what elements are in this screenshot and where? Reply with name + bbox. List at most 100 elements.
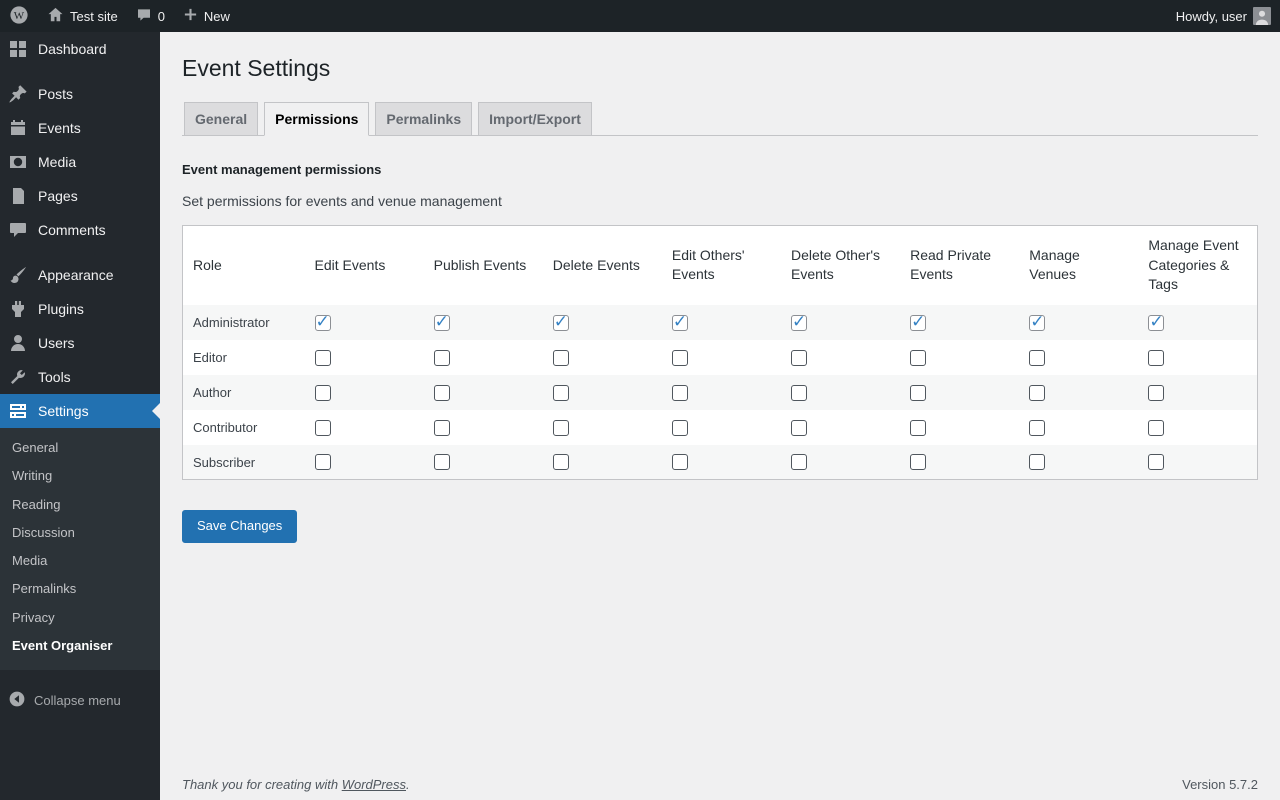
home-icon	[47, 6, 64, 26]
footer-version: Version 5.7.2	[1182, 777, 1258, 792]
permission-checkbox-author-manage-venues[interactable]	[1029, 384, 1046, 401]
permission-checkbox-contributor-delete-other-s-events[interactable]	[791, 419, 807, 436]
permission-cell	[543, 410, 662, 445]
tab-permissions[interactable]: Permissions	[264, 101, 370, 137]
permission-checkbox-contributor-delete-events[interactable]	[552, 419, 569, 436]
permission-cell	[543, 375, 662, 410]
table-row-contributor: Contributor	[183, 410, 1258, 445]
permission-checkbox-editor-delete-events[interactable]	[552, 349, 569, 366]
permission-checkbox-administrator-manage-event-categories-tags[interactable]	[1148, 312, 1165, 332]
table-body: Administrator Editor Author Contributor Subs…	[182, 304, 1258, 480]
tab-general[interactable]: General	[184, 101, 259, 137]
tab-import-export[interactable]: Import/Export	[478, 101, 592, 137]
sidebar-item-plugins[interactable]: Plugins	[0, 292, 160, 326]
permission-checkbox-administrator-manage-venues[interactable]	[1029, 312, 1046, 332]
permission-checkbox-editor-manage-event-categories-tags[interactable]	[1148, 349, 1165, 366]
permission-cell	[1138, 445, 1257, 480]
permission-checkbox-subscriber-edit-events[interactable]	[314, 454, 331, 471]
sidebar-item-events[interactable]: Events	[0, 111, 160, 145]
permission-cell	[662, 340, 781, 375]
permission-checkbox-subscriber-edit-others-events[interactable]	[671, 454, 688, 471]
submenu-item-reading[interactable]: Reading	[0, 491, 160, 519]
permission-checkbox-subscriber-delete-other-s-events[interactable]	[791, 454, 807, 471]
sidebar-item-settings[interactable]: Settings	[0, 394, 160, 428]
permission-checkbox-subscriber-delete-events[interactable]	[552, 454, 569, 471]
permission-checkbox-editor-publish-events[interactable]	[433, 349, 450, 366]
permission-checkbox-administrator-read-private-events[interactable]	[910, 312, 927, 332]
tab-permalinks[interactable]: Permalinks	[375, 101, 473, 137]
new-menu[interactable]: New	[174, 0, 239, 32]
permission-checkbox-administrator-delete-other-s-events[interactable]	[791, 312, 807, 332]
permission-checkbox-administrator-delete-events[interactable]	[552, 312, 569, 332]
permission-checkbox-contributor-edit-events[interactable]	[314, 419, 331, 436]
table-row-editor: Editor	[183, 340, 1258, 375]
permission-checkbox-administrator-edit-events[interactable]	[314, 312, 331, 332]
active-menu-arrow	[152, 403, 160, 419]
permission-cell	[781, 375, 900, 410]
permission-checkbox-editor-manage-venues[interactable]	[1029, 349, 1046, 366]
permission-checkbox-contributor-manage-event-categories-tags[interactable]	[1148, 419, 1165, 436]
sidebar-item-comments[interactable]: Comments	[0, 213, 160, 247]
permission-checkbox-author-manage-event-categories-tags[interactable]	[1148, 384, 1165, 401]
permission-checkbox-author-edit-events[interactable]	[314, 384, 331, 401]
permission-checkbox-editor-edit-others-events[interactable]	[671, 349, 688, 366]
permission-checkbox-subscriber-manage-venues[interactable]	[1029, 454, 1046, 471]
permission-cell	[1138, 340, 1257, 375]
column-header-edit-others-events: Edit Others' Events	[671, 246, 745, 283]
permission-checkbox-contributor-publish-events[interactable]	[433, 419, 450, 436]
sidebar-item-label: Events	[38, 120, 81, 136]
howdy-text: Howdy, user	[1175, 8, 1247, 24]
permission-cell	[662, 375, 781, 410]
permission-checkbox-author-delete-events[interactable]	[552, 384, 569, 401]
permission-checkbox-author-publish-events[interactable]	[433, 384, 450, 401]
permission-checkbox-subscriber-read-private-events[interactable]	[910, 454, 927, 471]
plus-icon	[183, 7, 198, 25]
sidebar-item-pages[interactable]: Pages	[0, 179, 160, 213]
permissions-table: Role Edit Events Publish Events Delete Even…	[182, 225, 1258, 481]
sidebar-item-label: Dashboard	[38, 41, 107, 57]
permission-checkbox-editor-read-private-events[interactable]	[910, 349, 927, 366]
permission-checkbox-contributor-manage-venues[interactable]	[1029, 419, 1046, 436]
admin-bar-left: W Test site 0 New	[0, 0, 239, 32]
permission-checkbox-author-read-private-events[interactable]	[910, 384, 927, 401]
section-description: Set permissions for events and venue man…	[182, 193, 502, 210]
wordpress-link[interactable]: WordPress	[342, 777, 406, 792]
submenu-item-privacy[interactable]: Privacy	[0, 604, 160, 632]
sidebar-item-label: Pages	[38, 188, 78, 204]
permission-checkbox-subscriber-manage-event-categories-tags[interactable]	[1148, 454, 1165, 471]
sidebar-item-tools[interactable]: Tools	[0, 360, 160, 394]
permission-cell	[305, 375, 424, 410]
permission-checkbox-author-delete-other-s-events[interactable]	[791, 384, 807, 401]
submenu-item-general[interactable]: General	[0, 434, 160, 462]
permission-checkbox-contributor-edit-others-events[interactable]	[671, 419, 688, 436]
footer-thanks-period: .	[406, 777, 410, 792]
comments-menu[interactable]: 0	[127, 0, 174, 32]
sidebar-item-media[interactable]: Media	[0, 145, 160, 179]
menu-separator	[0, 69, 160, 74]
submenu-item-event-organiser[interactable]: Event Organiser	[0, 632, 160, 660]
submenu-item-writing[interactable]: Writing	[0, 462, 160, 490]
submenu-item-media[interactable]: Media	[0, 547, 160, 575]
permission-checkbox-administrator-edit-others-events[interactable]	[671, 312, 688, 332]
sidebar-item-dashboard[interactable]: Dashboard	[0, 32, 160, 66]
sidebar-item-label: Settings	[38, 403, 89, 419]
submenu-item-discussion[interactable]: Discussion	[0, 519, 160, 547]
permission-checkbox-contributor-read-private-events[interactable]	[910, 419, 927, 436]
permission-checkbox-editor-delete-other-s-events[interactable]	[791, 349, 807, 366]
permission-cell	[424, 375, 543, 410]
permission-checkbox-editor-edit-events[interactable]	[314, 349, 331, 366]
sidebar-item-posts[interactable]: Posts	[0, 77, 160, 111]
sidebar-item-users[interactable]: Users	[0, 326, 160, 360]
site-menu[interactable]: Test site	[38, 0, 127, 32]
permission-checkbox-subscriber-publish-events[interactable]	[433, 454, 450, 471]
permission-checkbox-administrator-publish-events[interactable]	[433, 312, 450, 332]
collapse-menu-button[interactable]: Collapse menu	[0, 682, 160, 719]
my-account-menu[interactable]: Howdy, user	[1167, 0, 1280, 32]
save-changes-button[interactable]: Save Changes	[182, 510, 298, 543]
sidebar-item-appearance[interactable]: Appearance	[0, 258, 160, 292]
tools-icon	[8, 367, 28, 387]
submenu-item-permalinks[interactable]: Permalinks	[0, 575, 160, 603]
permission-checkbox-author-edit-others-events[interactable]	[671, 384, 688, 401]
wordpress-logo-menu[interactable]: W	[0, 0, 38, 32]
permission-cell	[1019, 340, 1138, 375]
